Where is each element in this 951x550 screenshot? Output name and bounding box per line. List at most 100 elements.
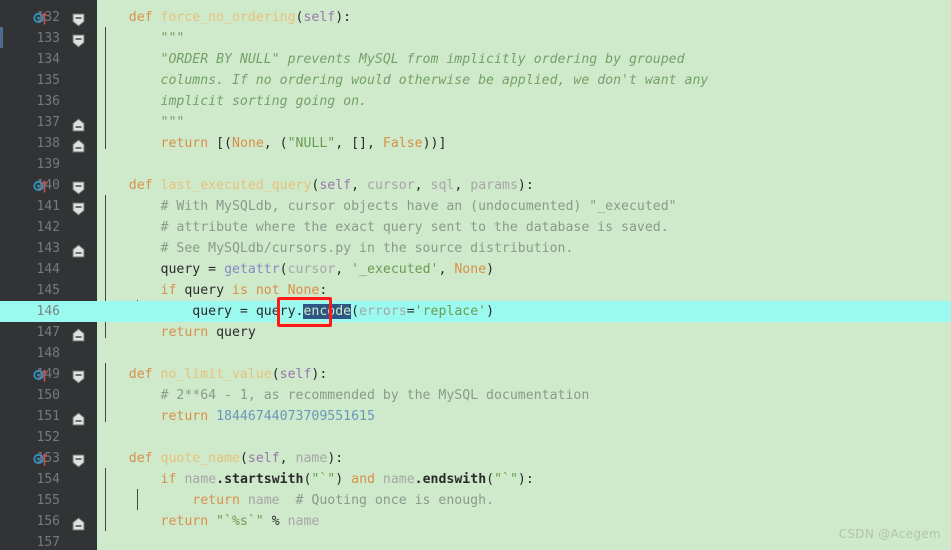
fold-gutter-slot[interactable] (67, 259, 97, 280)
code-line[interactable]: 133 """ (0, 28, 951, 49)
code-editor[interactable]: 132 def force_no_ordering(self): 133 """ 1… (0, 0, 951, 550)
code-text[interactable]: return name # Quoting once is enough. (97, 490, 951, 511)
overriding-method-icon[interactable] (33, 451, 49, 467)
code-line[interactable]: 155 return name # Quoting once is enough… (0, 490, 951, 511)
fold-gutter-slot[interactable] (67, 7, 97, 28)
code-text[interactable]: """ (97, 112, 951, 133)
code-line[interactable]: 132 def force_no_ordering(self): (0, 7, 951, 28)
code-text[interactable]: columns. If no ordering would otherwise … (97, 70, 951, 91)
code-line[interactable]: 141 # With MySQLdb, cursor objects have … (0, 196, 951, 217)
fold-end-icon[interactable] (72, 137, 85, 153)
code-text[interactable]: return query (97, 322, 951, 343)
fold-collapse-icon[interactable] (72, 452, 85, 468)
overriding-method-icon[interactable] (33, 178, 49, 194)
fold-gutter-slot[interactable] (67, 301, 97, 322)
code-line[interactable]: 143 # See MySQLdb/cursors.py in the sour… (0, 238, 951, 259)
code-text[interactable]: if name.startswith("`") and name.endswit… (97, 469, 951, 490)
code-line[interactable]: 156 return "`%s`" % name (0, 511, 951, 532)
code-text[interactable]: # 2**64 - 1, as recommended by the MySQL… (97, 385, 951, 406)
code-text[interactable] (97, 427, 951, 448)
gutter-icon-slot[interactable] (33, 448, 67, 469)
code-text[interactable]: def no_limit_value(self): (97, 364, 951, 385)
code-line[interactable]: 149 def no_limit_value(self): (0, 364, 951, 385)
code-text[interactable]: def last_executed_query(self, cursor, sq… (97, 175, 951, 196)
fold-gutter-slot[interactable] (67, 280, 97, 301)
fold-collapse-icon[interactable] (72, 368, 85, 384)
fold-collapse-icon[interactable] (72, 200, 85, 216)
code-text[interactable] (97, 154, 951, 175)
fold-gutter-slot[interactable] (67, 364, 97, 385)
fold-gutter-slot[interactable] (67, 175, 97, 196)
code-line[interactable]: 148 (0, 343, 951, 364)
code-text[interactable]: "ORDER BY NULL" prevents MySQL from impl… (97, 49, 951, 70)
fold-gutter-slot[interactable] (67, 427, 97, 448)
code-text[interactable] (97, 532, 951, 550)
fold-gutter-slot[interactable] (67, 385, 97, 406)
fold-end-icon[interactable] (72, 326, 85, 342)
fold-end-icon[interactable] (72, 116, 85, 132)
code-text[interactable]: def quote_name(self, name): (97, 448, 951, 469)
fold-gutter-slot[interactable] (67, 490, 97, 511)
code-text[interactable]: # attribute where the exact query sent t… (97, 217, 951, 238)
fold-collapse-icon[interactable] (72, 32, 85, 48)
gutter-icon-slot[interactable] (33, 175, 67, 196)
fold-gutter-slot[interactable] (67, 112, 97, 133)
overriding-method-icon[interactable] (33, 10, 49, 26)
fold-end-icon[interactable] (72, 515, 85, 531)
code-line[interactable]: 135 columns. If no ordering would otherw… (0, 70, 951, 91)
code-line[interactable]: 137 """ (0, 112, 951, 133)
code-line[interactable]: 145 if query is not None: (0, 280, 951, 301)
code-line[interactable]: 140 def last_executed_query(self, cursor… (0, 175, 951, 196)
fold-collapse-icon[interactable] (72, 179, 85, 195)
code-line[interactable]: 142 # attribute where the exact query se… (0, 217, 951, 238)
code-line[interactable]: 144 query = getattr(cursor, '_executed',… (0, 259, 951, 280)
code-line[interactable]: 157 (0, 532, 951, 550)
fold-gutter-slot[interactable] (67, 448, 97, 469)
gutter-icon-slot[interactable] (33, 364, 67, 385)
code-line[interactable]: 152 (0, 427, 951, 448)
fold-gutter-slot[interactable] (67, 322, 97, 343)
fold-end-icon[interactable] (72, 410, 85, 426)
code-line[interactable]: 151 return 18446744073709551615 (0, 406, 951, 427)
code-text[interactable]: implicit sorting going on. (97, 91, 951, 112)
code-text[interactable]: def force_no_ordering(self): (97, 7, 951, 28)
code-line[interactable]: 147 return query (0, 322, 951, 343)
fold-gutter-slot[interactable] (67, 133, 97, 154)
gutter-icon-slot[interactable] (33, 7, 67, 28)
fold-gutter-slot[interactable] (67, 154, 97, 175)
fold-gutter-slot[interactable] (67, 49, 97, 70)
code-text[interactable]: return 18446744073709551615 (97, 406, 951, 427)
fold-gutter-slot[interactable] (67, 70, 97, 91)
code-text[interactable]: # With MySQLdb, cursor objects have an (… (97, 196, 951, 217)
fold-gutter-slot[interactable] (67, 28, 97, 49)
fold-gutter-slot[interactable] (67, 217, 97, 238)
code-line[interactable]: 153 def quote_name(self, name): (0, 448, 951, 469)
code-line[interactable]: 154 if name.startswith("`") and name.end… (0, 469, 951, 490)
fold-gutter-slot[interactable] (67, 532, 97, 550)
fold-gutter-slot[interactable] (67, 196, 97, 217)
fold-gutter-slot[interactable] (67, 238, 97, 259)
fold-gutter-slot[interactable] (67, 511, 97, 532)
code-text[interactable]: query = getattr(cursor, '_executed', Non… (97, 259, 951, 280)
code-text[interactable] (97, 343, 951, 364)
fold-end-icon[interactable] (72, 242, 85, 258)
fold-collapse-icon[interactable] (72, 11, 85, 27)
overriding-method-icon[interactable] (33, 367, 49, 383)
code-line-current[interactable]: 146 query = query.encode(errors='replace… (0, 301, 951, 322)
code-text[interactable]: # See MySQLdb/cursors.py in the source d… (97, 238, 951, 259)
code-line[interactable]: 150 # 2**64 - 1, as recommended by the M… (0, 385, 951, 406)
fold-gutter-slot[interactable] (67, 406, 97, 427)
code-line[interactable]: 134 "ORDER BY NULL" prevents MySQL from … (0, 49, 951, 70)
code-line[interactable]: 139 (0, 154, 951, 175)
line-number: 134 (36, 52, 60, 67)
fold-gutter-slot[interactable] (67, 91, 97, 112)
code-line[interactable]: 138 return [(None, ("NULL", [], False))] (0, 133, 951, 154)
code-text[interactable]: return "`%s`" % name (97, 511, 951, 532)
fold-gutter-slot[interactable] (67, 343, 97, 364)
fold-gutter-slot[interactable] (67, 469, 97, 490)
code-text[interactable]: query = query.encode(errors='replace') (97, 301, 951, 322)
code-line[interactable]: 136 implicit sorting going on. (0, 91, 951, 112)
code-text[interactable]: if query is not None: (97, 280, 951, 301)
code-text[interactable]: return [(None, ("NULL", [], False))] (97, 133, 951, 154)
code-text[interactable]: """ (97, 28, 951, 49)
